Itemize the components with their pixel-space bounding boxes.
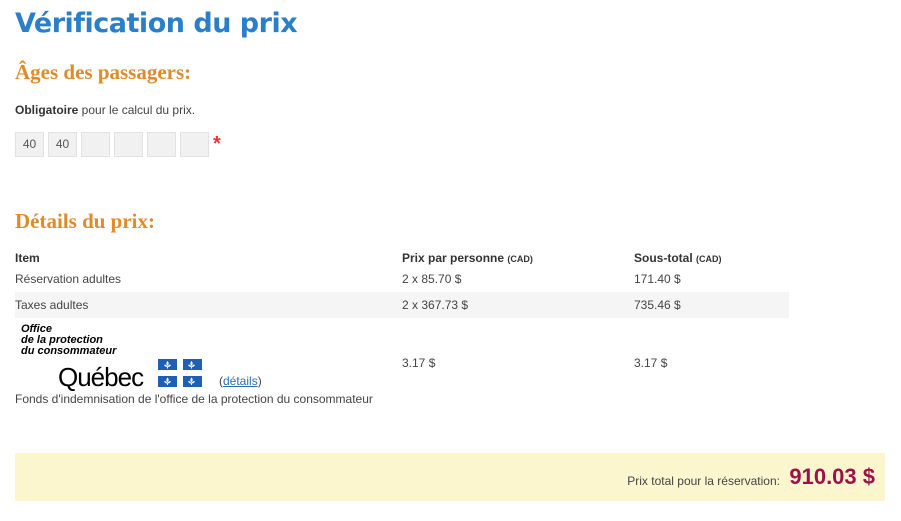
required-description: pour le calcul du prix. xyxy=(78,103,196,117)
age-input-1[interactable]: 40 xyxy=(15,132,44,157)
header-subtotal-unit: (CAD) xyxy=(696,254,722,264)
page-title: Vérification du prix xyxy=(15,8,298,39)
required-asterisk: * xyxy=(213,133,221,155)
opc-logo-line-3: du consommateur xyxy=(21,345,117,357)
total-value: 910.03 $ xyxy=(789,464,875,489)
total-label: Prix total pour la réservation: xyxy=(627,474,780,488)
opc-per-person: 3.17 $ xyxy=(402,356,436,370)
row-per-person: 2 x 85.70 $ xyxy=(402,272,462,286)
quebec-wordmark: Québec xyxy=(58,362,144,392)
row-subtotal: 171.40 $ xyxy=(634,272,681,286)
table-header: Item Prix par personne (CAD) Sous-total … xyxy=(15,248,789,268)
details-link[interactable]: détails xyxy=(223,374,258,388)
age-input-6[interactable] xyxy=(180,132,209,157)
age-input-5[interactable] xyxy=(147,132,176,157)
table-row: Taxes adultes 2 x 367.73 $ 735.46 $ xyxy=(15,292,789,318)
opc-fund-label: Fonds d'indemnisation de l'office de la … xyxy=(15,392,373,406)
header-per-person-label: Prix par personne xyxy=(402,251,505,265)
price-heading: Détails du prix: xyxy=(15,209,156,233)
details-close-paren: ) xyxy=(257,374,262,388)
row-per-person: 2 x 367.73 $ xyxy=(402,298,469,312)
header-subtotal-label: Sous-total xyxy=(634,251,693,265)
opc-subtotal: 3.17 $ xyxy=(634,356,668,370)
required-note: Obligatoire pour le calcul du prix. xyxy=(15,103,195,117)
total-bar: Prix total pour la réservation: 910.03 $ xyxy=(15,453,885,501)
required-label: Obligatoire xyxy=(15,103,79,117)
row-item: Taxes adultes xyxy=(15,298,89,312)
opc-quebec-logo: Office de la protection du consommateur … xyxy=(19,324,209,392)
age-input-2[interactable]: 40 xyxy=(48,132,77,157)
header-item: Item xyxy=(15,251,40,265)
header-per-person: Prix par personne (CAD) xyxy=(402,251,533,265)
age-input-3[interactable] xyxy=(81,132,110,157)
quebec-flag-icon xyxy=(158,359,202,387)
table-row: Office de la protection du consommateur … xyxy=(15,318,789,414)
header-subtotal: Sous-total (CAD) xyxy=(634,251,722,265)
row-item: Réservation adultes xyxy=(15,272,122,286)
header-per-person-unit: (CAD) xyxy=(507,254,533,264)
price-table: Item Prix par personne (CAD) Sous-total … xyxy=(15,248,789,414)
age-input-4[interactable] xyxy=(114,132,143,157)
passenger-ages: 40 40 * xyxy=(15,132,221,157)
opc-logo-text: Office de la protection du consommateur xyxy=(21,324,116,357)
passengers-heading: Âges des passagers: xyxy=(15,60,192,84)
details-wrapper: (détails) xyxy=(219,374,262,388)
row-subtotal: 735.46 $ xyxy=(634,298,681,312)
table-row: Réservation adultes 2 x 85.70 $ 171.40 $ xyxy=(15,268,789,292)
